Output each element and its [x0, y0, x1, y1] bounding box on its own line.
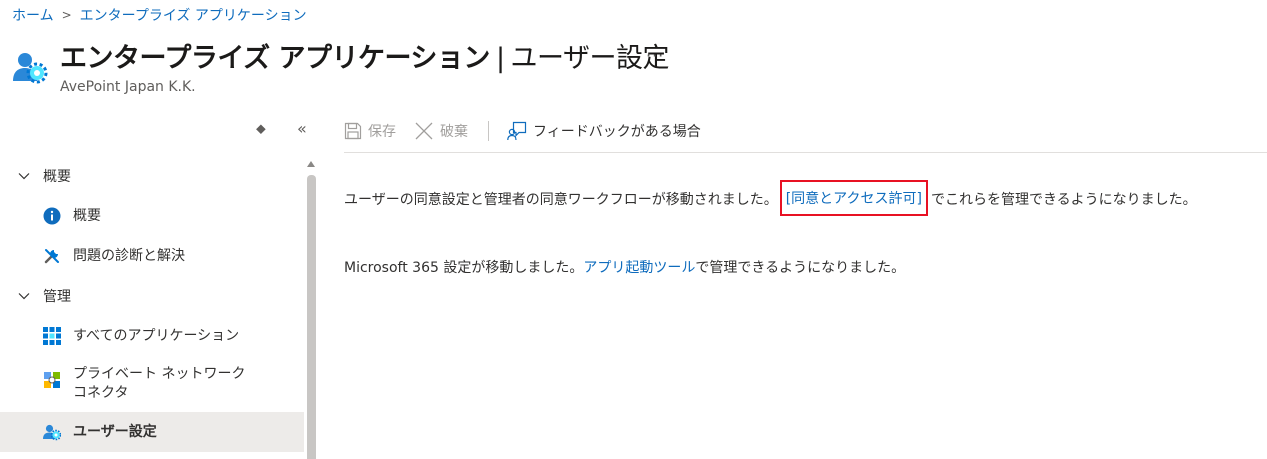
- app-launcher-link[interactable]: アプリ起動ツール: [583, 260, 695, 276]
- scroll-up-arrow-icon[interactable]: [307, 161, 315, 167]
- sidebar-scrollbar-thumb[interactable]: [307, 175, 316, 459]
- feedback-icon: [507, 121, 527, 141]
- page-title-separator: |: [495, 43, 505, 74]
- toolbar-divider: [488, 121, 489, 141]
- breadcrumb-chevron-icon: >: [61, 8, 72, 22]
- sidebar-item-diagnose[interactable]: 問題の診断と解決: [0, 236, 304, 276]
- sidebar-item-label: ユーザー設定: [73, 423, 157, 440]
- sidebar-group-label: 管理: [43, 289, 71, 305]
- breadcrumb-enterprise-apps-link[interactable]: エンタープライズ アプリケーション: [80, 5, 307, 25]
- sidebar-group-manage[interactable]: 管理: [0, 278, 304, 314]
- breadcrumb: ホーム > エンタープライズ アプリケーション: [12, 5, 307, 25]
- sidebar-item-overview[interactable]: 概要: [0, 196, 304, 236]
- m365-moved-message: Microsoft 365 設定が移動しました。アプリ起動ツールで管理できるよう…: [344, 257, 905, 277]
- consent-message-suffix: でこれらを管理できるようになりました。: [930, 192, 1197, 208]
- sidebar-item-user-settings[interactable]: ユーザー設定: [0, 412, 304, 452]
- chevron-down-icon: [18, 173, 30, 180]
- save-button-label: 保存: [368, 124, 396, 140]
- page-title: エンタープライズ アプリケーション | ユーザー設定: [60, 36, 670, 75]
- consent-message-text: ユーザーの同意設定と管理者の同意ワークフローが移動されました。: [344, 192, 778, 208]
- collapse-sidebar-icon[interactable]: «: [297, 119, 307, 138]
- command-bar: 保存 破棄 フィードバックがある場合: [344, 114, 719, 148]
- sidebar-item-label: 概要: [73, 207, 101, 224]
- info-icon: [43, 207, 61, 225]
- grid-apps-icon: [43, 327, 61, 345]
- sidebar-item-label: 問題の診断と解決: [73, 247, 185, 264]
- highlight-box: [同意とアクセス許可]: [779, 180, 928, 216]
- sidebar-group-label: 概要: [43, 169, 71, 185]
- more-options-button[interactable]: ···: [646, 46, 664, 65]
- page-title-main: エンタープライズ アプリケーション: [60, 43, 490, 74]
- close-icon: [415, 122, 433, 140]
- sidebar-item-label: プライベート ネットワーク コネクタ: [73, 366, 246, 401]
- sidebar-item-private-network-connector[interactable]: プライベート ネットワーク コネクタ: [0, 360, 304, 408]
- sort-updown-icon[interactable]: ⬥: [256, 121, 266, 137]
- chevron-down-icon: [18, 293, 30, 300]
- sidebar-group-overview[interactable]: 概要: [0, 158, 304, 194]
- feedback-button[interactable]: フィードバックがある場合: [507, 121, 701, 141]
- m365-message-suffix: で管理できるようになりました。: [695, 260, 906, 276]
- breadcrumb-home-link[interactable]: ホーム: [12, 5, 54, 25]
- consent-permissions-link[interactable]: [同意とアクセス許可]: [786, 191, 922, 207]
- save-button[interactable]: 保存: [344, 121, 396, 141]
- connector-icon: [44, 372, 60, 388]
- toolbar-divider-line: [344, 152, 1267, 153]
- user-settings-icon: [43, 424, 61, 441]
- feedback-button-label: フィードバックがある場合: [533, 124, 701, 140]
- wrench-icon: [44, 249, 59, 264]
- discard-button[interactable]: 破棄: [414, 121, 468, 141]
- m365-message-text: Microsoft 365 設定が移動しました。: [344, 260, 584, 276]
- sidebar-item-all-applications[interactable]: すべてのアプリケーション: [0, 316, 304, 356]
- organization-name: AvePoint Japan K.K.: [60, 79, 196, 95]
- sidebar-item-label: すべてのアプリケーション: [73, 327, 240, 344]
- consent-moved-message: ユーザーの同意設定と管理者の同意ワークフローが移動されました。 [同意とアクセス許…: [344, 180, 1197, 217]
- save-icon: [344, 122, 362, 140]
- user-settings-title-icon: [13, 53, 48, 84]
- discard-button-label: 破棄: [440, 124, 468, 140]
